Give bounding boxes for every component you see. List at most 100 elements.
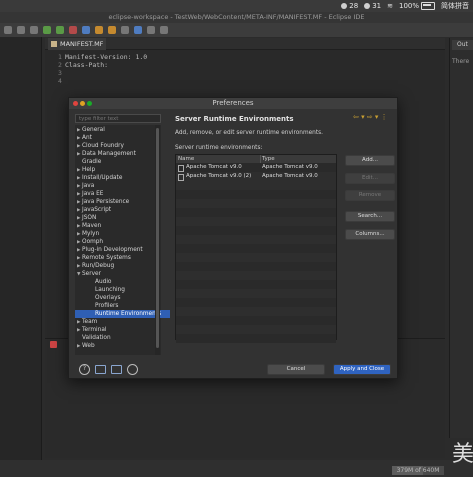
print-icon[interactable] bbox=[30, 26, 38, 34]
zoom-window-icon[interactable] bbox=[87, 101, 92, 106]
export-icon[interactable] bbox=[111, 365, 122, 374]
debug-icon[interactable] bbox=[56, 26, 64, 34]
tree-item-label: General bbox=[82, 127, 105, 133]
menubar-notification-item[interactable]: 28 bbox=[341, 2, 358, 10]
tree-item[interactable]: ▶ Java EE bbox=[75, 190, 103, 198]
tree-item[interactable]: Profilers bbox=[75, 302, 118, 310]
dialog-title-bar: Preferences bbox=[69, 98, 397, 109]
empty-table-row bbox=[176, 262, 336, 271]
empty-table-row bbox=[176, 307, 336, 316]
menubar-wifi-item[interactable]: ≋ bbox=[387, 2, 393, 10]
columns-button[interactable]: Columns... bbox=[345, 229, 395, 240]
cancel-button[interactable]: Cancel bbox=[267, 364, 325, 375]
tree-item[interactable]: ▶ Remote Systems bbox=[75, 254, 131, 262]
heap-status[interactable]: 379M of 640M bbox=[392, 466, 444, 475]
close-window-icon[interactable] bbox=[73, 101, 78, 106]
page-title: Server Runtime Environments bbox=[175, 115, 294, 123]
history-nav-buttons[interactable]: ⇦ ▾ ⇨ ▾ ⋮ bbox=[353, 113, 388, 121]
line-number: 2 bbox=[58, 61, 62, 69]
remove-button[interactable]: Remove bbox=[345, 190, 395, 201]
wifi-icon: ≋ bbox=[387, 2, 393, 10]
menubar-status-item[interactable]: 31 bbox=[364, 2, 381, 10]
folder-icon[interactable] bbox=[108, 26, 116, 34]
forward-icon[interactable] bbox=[160, 26, 168, 34]
stop-icon[interactable] bbox=[69, 26, 77, 34]
tree-item[interactable]: ▶ Java bbox=[75, 182, 94, 190]
add-button[interactable]: Add... bbox=[345, 155, 395, 166]
tree-item-label: Remote Systems bbox=[82, 255, 131, 261]
row-name: Apache Tomcat v9.0 (2) bbox=[186, 173, 252, 179]
empty-table-row bbox=[176, 271, 336, 280]
column-header-name[interactable]: Name bbox=[178, 155, 194, 163]
editor-tab-label: MANIFEST.MF bbox=[60, 40, 104, 48]
tree-item[interactable]: Overlays bbox=[75, 294, 121, 302]
tree-item[interactable]: ▶ Mylyn bbox=[75, 230, 99, 238]
page-description: Add, remove, or edit server runtime envi… bbox=[175, 130, 323, 136]
import-icon[interactable] bbox=[95, 365, 106, 374]
tree-item-label: Runtime Environments bbox=[95, 311, 162, 317]
edit-button[interactable]: Edit... bbox=[345, 173, 395, 184]
code-line: Class-Path: bbox=[65, 61, 109, 69]
outline-tab[interactable]: Out bbox=[452, 40, 473, 50]
search-icon[interactable] bbox=[121, 26, 129, 34]
preferences-tree: ▶ General ▶ Ant ▶ Cloud Foundry ▶ Data Manageme… bbox=[75, 125, 170, 355]
tree-item[interactable]: ▶ Java Persistence bbox=[75, 198, 129, 206]
tree-item[interactable]: ▶ Team bbox=[75, 318, 97, 326]
tree-item[interactable]: Launching bbox=[75, 286, 125, 294]
tree-item[interactable]: ▶ JSON bbox=[75, 214, 96, 222]
row-type: Apache Tomcat v9.0 bbox=[262, 164, 318, 170]
search-button[interactable]: Search... bbox=[345, 211, 395, 222]
tree-item[interactable]: ▼ Server bbox=[75, 270, 101, 278]
next-annotation-icon[interactable] bbox=[134, 26, 142, 34]
tree-item[interactable]: ▶ Install/Update bbox=[75, 174, 122, 182]
empty-table-row bbox=[176, 316, 336, 325]
tree-item[interactable]: ▶ Ant bbox=[75, 134, 92, 142]
tree-item[interactable]: ▶ Cloud Foundry bbox=[75, 142, 124, 150]
server-icon[interactable] bbox=[82, 26, 90, 34]
tree-item[interactable]: Gradle bbox=[75, 158, 101, 166]
tree-item[interactable]: ▶ Data Management bbox=[75, 150, 136, 158]
tree-item[interactable]: ▶ General bbox=[75, 126, 105, 134]
tree-item-label: Team bbox=[82, 319, 98, 325]
filter-input[interactable] bbox=[75, 114, 161, 123]
back-icon[interactable] bbox=[147, 26, 155, 34]
new-icon[interactable] bbox=[4, 26, 12, 34]
tree-item-label: Terminal bbox=[82, 327, 107, 333]
tree-item[interactable]: ▶ Terminal bbox=[75, 326, 107, 334]
dialog-title: Preferences bbox=[212, 99, 254, 107]
tree-item-label: Run/Debug bbox=[82, 263, 115, 269]
tree-scrollbar-thumb[interactable] bbox=[156, 128, 159, 348]
tree-item[interactable]: ▶ Maven bbox=[75, 222, 101, 230]
tree-item[interactable]: ▶ JavaScript bbox=[75, 206, 111, 214]
minimize-window-icon[interactable] bbox=[80, 101, 85, 106]
tree-item[interactable]: ▶ Plug-in Development bbox=[75, 246, 143, 254]
tree-item[interactable]: Validation bbox=[75, 334, 111, 342]
tree-item-label: Oomph bbox=[82, 239, 104, 245]
tree-item-label: Maven bbox=[82, 223, 102, 229]
editor-tab-manifest[interactable]: MANIFEST.MF bbox=[48, 38, 106, 50]
open-type-icon[interactable] bbox=[95, 26, 103, 34]
battery-icon bbox=[421, 2, 435, 10]
tree-item[interactable]: ▶ Run/Debug bbox=[75, 262, 114, 270]
table-row[interactable]: Apache Tomcat v9.0 (2) Apache Tomcat v9.… bbox=[176, 172, 336, 181]
save-icon[interactable] bbox=[17, 26, 25, 34]
tree-item[interactable]: Audio bbox=[75, 278, 111, 286]
empty-table-row bbox=[176, 181, 336, 190]
tree-item[interactable]: ▶ Web bbox=[75, 342, 95, 350]
menubar-input-method[interactable]: 简体拼音 bbox=[441, 1, 469, 11]
menubar-battery-item[interactable]: 100% bbox=[399, 2, 435, 10]
column-header-type[interactable]: Type bbox=[262, 155, 275, 163]
server-runtime-icon bbox=[178, 174, 184, 181]
tree-item-label: Java EE bbox=[82, 191, 104, 197]
problems-icon[interactable] bbox=[50, 341, 57, 348]
apply-and-close-button[interactable]: Apply and Close bbox=[333, 364, 391, 375]
line-number: 4 bbox=[58, 77, 62, 85]
table-row[interactable]: Apache Tomcat v9.0 Apache Tomcat v9.0 bbox=[176, 163, 336, 172]
oomph-icon[interactable] bbox=[127, 364, 138, 375]
empty-table-row bbox=[176, 334, 336, 343]
tree-item[interactable]: ▶ Oomph bbox=[75, 238, 103, 246]
run-icon[interactable] bbox=[43, 26, 51, 34]
tree-item-label: Cloud Foundry bbox=[82, 143, 124, 149]
tree-item[interactable]: ▶ Help bbox=[75, 166, 95, 174]
help-icon[interactable]: ? bbox=[79, 364, 90, 375]
